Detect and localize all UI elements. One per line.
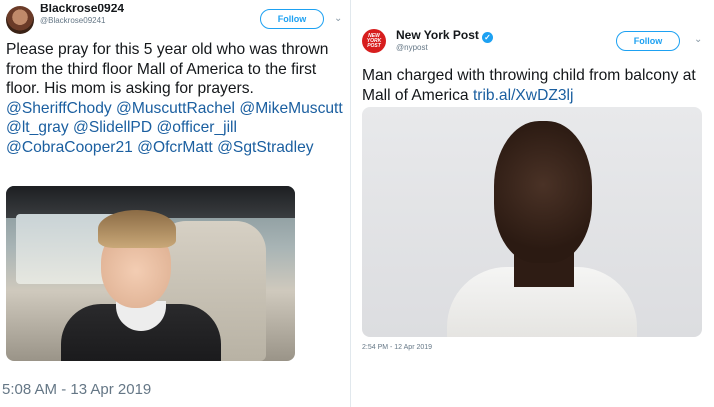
mention-link[interactable]: @SlidellPD — [73, 119, 152, 136]
follow-button[interactable]: Follow — [616, 31, 680, 51]
tweet-text: Please pray for this 5 year old who was … — [6, 40, 346, 157]
tweet-timestamp[interactable]: 2:54 PM - 12 Apr 2019 — [362, 344, 432, 351]
mention-link[interactable]: @MikeMuscutt — [239, 100, 342, 117]
left-tweet: Blackrose0924 @Blackrose09241 Follow ⌄ P… — [0, 0, 350, 407]
avatar[interactable] — [6, 6, 34, 34]
tweet-photo[interactable] — [362, 107, 702, 337]
mention-link[interactable]: @lt_gray — [6, 119, 69, 136]
handle[interactable]: @nypost — [396, 43, 428, 52]
mention-link[interactable]: @MuscuttRachel — [116, 100, 235, 117]
chevron-down-icon[interactable]: ⌄ — [694, 35, 704, 45]
tweet-photo[interactable] — [6, 186, 295, 361]
photo-child-hair — [98, 210, 176, 248]
tweet-text: Man charged with throwing child from bal… — [362, 66, 707, 105]
mention-link[interactable]: @officer_jill — [156, 119, 237, 136]
follow-button[interactable]: Follow — [260, 9, 324, 29]
mention-link[interactable]: @SgtStradley — [217, 139, 313, 156]
chevron-down-icon[interactable]: ⌄ — [334, 14, 344, 24]
handle[interactable]: @Blackrose09241 — [40, 16, 106, 25]
verified-badge-icon: ✓ — [481, 32, 493, 43]
avatar[interactable]: NEW YORK POST — [362, 29, 386, 53]
photo-man-head — [494, 121, 592, 263]
tweet-link[interactable]: trib.al/XwDZ3lj — [473, 87, 574, 104]
display-name[interactable]: Blackrose0924 — [40, 4, 124, 14]
tweet-timestamp[interactable]: 5:08 AM - 13 Apr 2019 — [2, 381, 151, 398]
mention-link[interactable]: @CobraCooper21 — [6, 139, 133, 156]
mention-link[interactable]: @OfcrMatt — [137, 139, 213, 156]
mention-link[interactable]: @SheriffChody — [6, 100, 112, 117]
tweet-body: Please pray for this 5 year old who was … — [6, 41, 329, 97]
display-name[interactable]: New York Post ✓ — [396, 28, 493, 43]
display-name-text[interactable]: New York Post — [396, 28, 479, 42]
right-tweet: NEW YORK POST New York Post ✓ @nypost Fol… — [351, 0, 714, 407]
